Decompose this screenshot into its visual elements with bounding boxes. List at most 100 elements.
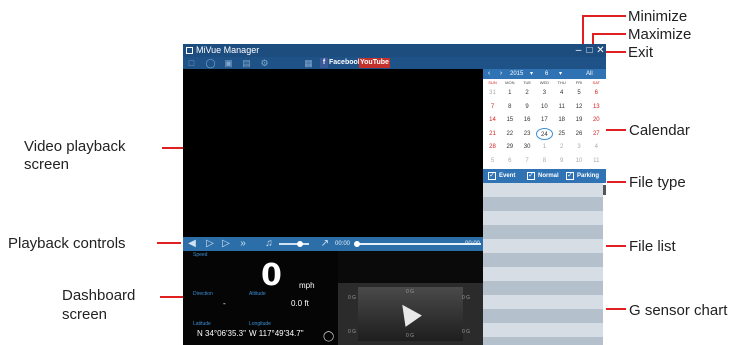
calendar-day[interactable]: 8 bbox=[536, 155, 553, 167]
next-month-icon[interactable]: › bbox=[497, 69, 505, 79]
file-list[interactable] bbox=[483, 183, 606, 345]
calendar-day[interactable]: 26 bbox=[571, 128, 588, 140]
progress-slider-knob[interactable] bbox=[354, 241, 360, 247]
calendar-day[interactable]: 12 bbox=[571, 101, 588, 113]
g-label: 0 G bbox=[406, 333, 415, 339]
facebook-icon[interactable]: f bbox=[320, 58, 328, 68]
leader-line-maximize bbox=[592, 33, 626, 35]
longitude-label: Longitude bbox=[249, 321, 271, 327]
calendar-day[interactable]: 5 bbox=[571, 87, 588, 99]
annotation-file-type: File type bbox=[629, 174, 686, 191]
prev-month-icon[interactable]: ‹ bbox=[485, 69, 493, 79]
export-icon[interactable]: ▤ bbox=[241, 58, 252, 68]
calendar-day[interactable]: 5 bbox=[484, 155, 501, 167]
parking-checkbox[interactable]: ✓ bbox=[566, 172, 574, 180]
calendar-weekday: SUN bbox=[488, 80, 497, 85]
event-checkbox[interactable]: ✓ bbox=[488, 172, 496, 180]
delete-icon[interactable]: ◯ bbox=[205, 58, 216, 68]
calendar-day[interactable]: 19 bbox=[571, 114, 588, 126]
leader-line-exit bbox=[605, 51, 626, 53]
facebook-link[interactable]: Facebook bbox=[329, 58, 362, 68]
print-icon[interactable]: ▦ bbox=[303, 58, 314, 68]
calendar-day[interactable]: 1 bbox=[501, 87, 518, 99]
settings-gear-icon[interactable]: ⚙ bbox=[259, 58, 270, 68]
annotation-playback-controls: Playback controls bbox=[8, 235, 126, 252]
calendar-day[interactable]: 18 bbox=[553, 114, 570, 126]
calendar-day[interactable]: 10 bbox=[571, 155, 588, 167]
annotation-file-list: File list bbox=[629, 238, 676, 255]
calendar-day[interactable]: 3 bbox=[571, 141, 588, 153]
all-button[interactable]: All bbox=[586, 69, 593, 79]
total-time: 00:00 bbox=[465, 241, 481, 247]
calendar-day[interactable]: 15 bbox=[501, 114, 518, 126]
minimize-button[interactable]: – bbox=[573, 45, 584, 56]
longitude-value: W 117°49'34.7" bbox=[249, 329, 304, 338]
close-button[interactable]: ✕ bbox=[595, 45, 606, 56]
calendar-day[interactable]: 23 bbox=[519, 128, 536, 140]
calendar-day[interactable]: 8 bbox=[501, 101, 518, 113]
save-icon[interactable]: ▣ bbox=[223, 58, 234, 68]
calendar-day[interactable]: 17 bbox=[536, 114, 553, 126]
calendar-month[interactable]: 6 bbox=[545, 69, 548, 79]
play-icon[interactable]: ▷ bbox=[221, 238, 231, 250]
calendar-day[interactable]: 9 bbox=[553, 155, 570, 167]
g-label: 0 G bbox=[462, 295, 471, 301]
annotation-dashboard-line1: Dashboard bbox=[62, 287, 136, 304]
calendar-day[interactable]: 4 bbox=[588, 141, 605, 153]
normal-checkbox[interactable]: ✓ bbox=[527, 172, 535, 180]
calendar-day[interactable]: 4 bbox=[553, 87, 570, 99]
calendar-day[interactable]: 11 bbox=[588, 155, 605, 167]
previous-icon[interactable]: ◀ bbox=[187, 238, 197, 250]
volume-icon[interactable]: ♫ bbox=[263, 238, 275, 250]
step-icon[interactable]: ▷ bbox=[205, 238, 215, 250]
calendar-day[interactable]: 11 bbox=[553, 101, 570, 113]
playback-controls-bar: ◀ ▷ ▷ » ♫ ↗ 00:00 00:00 bbox=[183, 237, 483, 251]
calendar-day[interactable]: 20 bbox=[588, 114, 605, 126]
calendar-day[interactable]: 21 bbox=[484, 128, 501, 140]
calendar-day[interactable]: 27 bbox=[588, 128, 605, 140]
calendar-day[interactable]: 29 bbox=[501, 141, 518, 153]
calendar-day[interactable]: 3 bbox=[536, 87, 553, 99]
open-folder-icon[interactable]: □ bbox=[186, 58, 197, 68]
youtube-link[interactable]: YouTube bbox=[359, 58, 390, 68]
calendar-day[interactable]: 24 bbox=[535, 127, 553, 140]
annotation-video-playback-line2: screen bbox=[24, 156, 70, 173]
normal-label: Normal bbox=[538, 173, 559, 179]
calendar-day[interactable]: 14 bbox=[484, 114, 501, 126]
file-list-scrollbar[interactable] bbox=[603, 183, 606, 345]
calendar-day[interactable]: 28 bbox=[484, 141, 501, 153]
year-dropdown-icon[interactable]: ▾ bbox=[530, 69, 533, 79]
calendar-weekday: SAT bbox=[592, 80, 601, 85]
calendar-day[interactable]: 7 bbox=[519, 155, 536, 167]
calendar-day[interactable]: 6 bbox=[501, 155, 518, 167]
calendar-day[interactable]: 2 bbox=[553, 141, 570, 153]
calendar-day[interactable]: 2 bbox=[519, 87, 536, 99]
g-label: 0 G bbox=[462, 329, 471, 335]
calendar-header: ‹ › 2015 ▾ 6 ▾ All bbox=[483, 69, 606, 79]
fast-forward-icon[interactable]: » bbox=[237, 238, 249, 250]
volume-slider-knob[interactable] bbox=[297, 241, 303, 247]
altitude-value: 0.0 ft bbox=[291, 299, 309, 308]
progress-slider[interactable] bbox=[357, 243, 481, 245]
calendar-day[interactable]: 6 bbox=[588, 87, 605, 99]
fullscreen-icon[interactable]: ↗ bbox=[319, 238, 331, 250]
file-list-scrollbar-thumb[interactable] bbox=[603, 185, 606, 195]
month-dropdown-icon[interactable]: ▾ bbox=[559, 69, 562, 79]
calendar-day[interactable]: 9 bbox=[519, 101, 536, 113]
calendar-day[interactable]: 16 bbox=[519, 114, 536, 126]
calendar-day[interactable]: 25 bbox=[553, 128, 570, 140]
calendar-day[interactable]: 10 bbox=[536, 101, 553, 113]
annotation-dashboard-line2: screen bbox=[62, 306, 108, 323]
maximize-button[interactable]: □ bbox=[584, 45, 595, 56]
volume-slider[interactable] bbox=[279, 243, 309, 245]
event-label: Event bbox=[499, 173, 516, 179]
calendar-day[interactable]: 1 bbox=[536, 141, 553, 153]
calendar-day[interactable]: 13 bbox=[588, 101, 605, 113]
calendar-day[interactable]: 22 bbox=[501, 128, 518, 140]
video-playback-screen[interactable] bbox=[183, 69, 483, 237]
calendar-day[interactable]: 7 bbox=[484, 101, 501, 113]
calendar-day[interactable]: 31 bbox=[484, 87, 501, 99]
dashboard-screen: Speed 0 mph Direction Altitude - 0.0 ft … bbox=[183, 251, 338, 345]
calendar-day[interactable]: 30 bbox=[519, 141, 536, 153]
calendar-year[interactable]: 2015 bbox=[510, 69, 523, 79]
